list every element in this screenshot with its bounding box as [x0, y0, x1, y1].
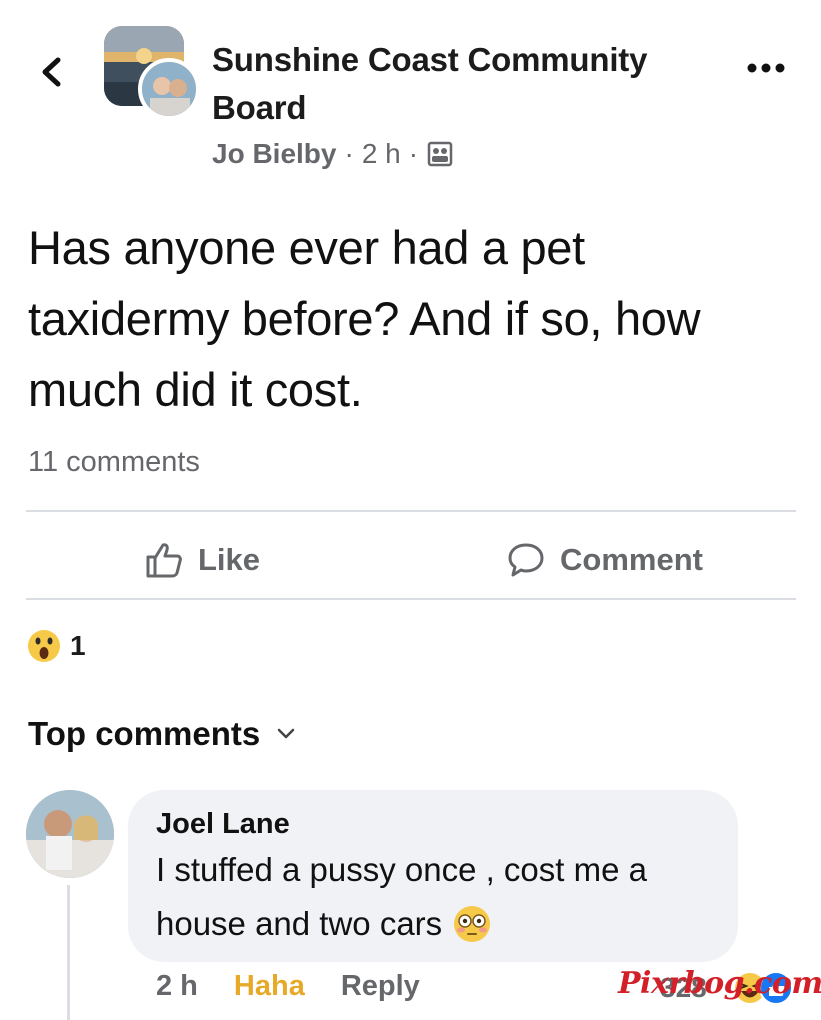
meta-separator: ·	[344, 138, 354, 169]
reply-button[interactable]: Reply	[341, 970, 420, 1003]
author-avatar[interactable]	[138, 58, 200, 120]
post-meta: Jo Bielby · 2 h ·	[212, 134, 454, 174]
author-name[interactable]: Jo Bielby	[212, 134, 336, 174]
comment-line: house and two cars	[156, 905, 443, 942]
comment-actions: 2 h Haha Reply	[156, 970, 420, 1003]
comment-bubble-icon	[508, 543, 544, 577]
commenter-name[interactable]: Joel Lane	[156, 808, 290, 841]
thread-line	[67, 885, 70, 1020]
comment-time[interactable]: 2 h	[156, 970, 198, 1003]
reaction-count: 1	[70, 630, 86, 661]
like-button[interactable]: Like	[144, 530, 260, 590]
reaction-summary[interactable]: 1	[26, 628, 86, 664]
meta-separator: ·	[408, 138, 419, 169]
post-text: Has anyone ever had a pet taxidermy befo…	[28, 221, 701, 416]
divider	[26, 510, 796, 512]
post-time[interactable]: 2 h	[362, 134, 401, 174]
top-comments-title: Top comments	[28, 715, 261, 752]
group-privacy-icon	[427, 141, 453, 167]
more-options-button[interactable]	[744, 52, 788, 82]
watermark: Pixrbog.com	[618, 966, 821, 1001]
wow-emoji-icon	[28, 630, 60, 662]
comment-text: I stuffed a pussy once , cost me a house…	[156, 843, 726, 951]
commenter-avatar[interactable]	[26, 790, 114, 878]
comment-line: I stuffed a pussy once , cost me a	[156, 851, 647, 888]
like-label: Like	[198, 542, 261, 577]
chevron-left-icon	[42, 57, 61, 87]
divider	[26, 598, 796, 600]
flushed-emoji-icon	[454, 906, 491, 942]
back-button[interactable]	[36, 52, 66, 92]
chevron-down-icon	[278, 728, 295, 739]
comment-label: Comment	[560, 542, 703, 577]
haha-reaction-button[interactable]: Haha	[234, 970, 305, 1003]
comment-button[interactable]: Comment	[506, 530, 703, 590]
comment-count[interactable]: 11 comments	[28, 446, 200, 479]
group-name[interactable]: Sunshine Coast Community Board	[212, 36, 722, 132]
top-comments-filter[interactable]: Top comments	[28, 715, 296, 753]
more-dots-icon	[747, 63, 785, 73]
thumbs-up-icon	[146, 543, 182, 578]
